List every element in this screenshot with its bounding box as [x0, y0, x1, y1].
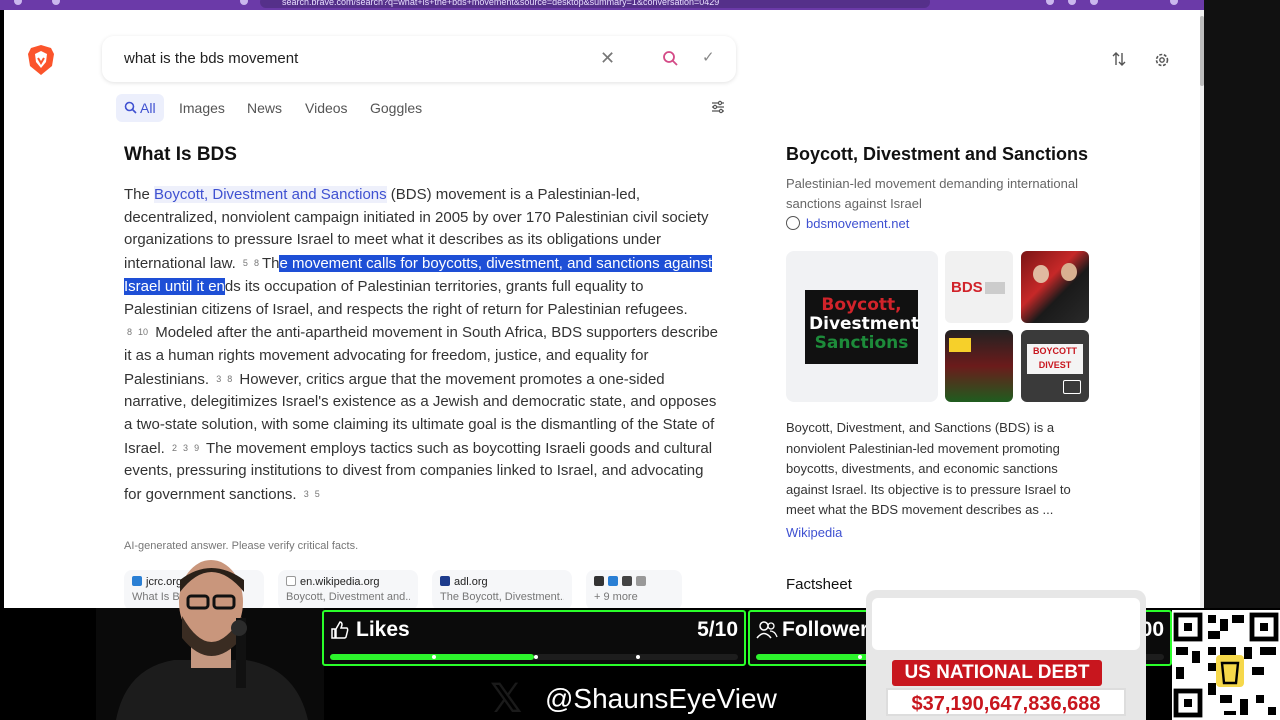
- citation[interactable]: 10: [138, 327, 148, 337]
- bds-logo-image: Boycott, Divestment Sanctions: [805, 290, 919, 364]
- citation[interactable]: 3: [304, 489, 309, 499]
- likes-goal-bar: Likes 5/10: [322, 610, 746, 666]
- citation[interactable]: 8: [254, 258, 259, 268]
- wallet-icon[interactable]: [1068, 0, 1076, 5]
- source-host: adl.org: [454, 576, 488, 588]
- citation[interactable]: 8: [227, 374, 232, 384]
- citation[interactable]: 5: [315, 489, 320, 499]
- brave-lion-icon[interactable]: [26, 44, 56, 76]
- search-box[interactable]: what is the bds movement ✕ ✓: [102, 36, 736, 82]
- knowledge-panel-title: Boycott, Divestment and Sanctions: [786, 144, 1089, 164]
- filters-icon[interactable]: [711, 100, 725, 114]
- address-bar[interactable]: search.brave.com/search?q=what+is+the+bd…: [260, 0, 930, 8]
- search-icon[interactable]: [662, 50, 678, 66]
- answer-text: The movement employs tactics such as boy…: [124, 439, 713, 504]
- knowledge-panel-description: Boycott, Divestment, and Sanctions (BDS)…: [786, 420, 1071, 517]
- tab-goggles[interactable]: Goggles: [370, 94, 422, 122]
- extension-icon[interactable]: [1046, 0, 1054, 5]
- progress-marker: [858, 655, 862, 659]
- menu-icon[interactable]: [1170, 0, 1178, 5]
- site-label: bdsmovement.net: [806, 216, 910, 231]
- knowledge-panel-subtitle: Palestinian-led movement demanding inter…: [786, 176, 1078, 211]
- tab-label: All: [140, 100, 156, 116]
- answer-text: Th: [261, 255, 280, 273]
- screen: search.brave.com/search?q=what+is+the+bd…: [0, 0, 1280, 720]
- search-icon: [124, 101, 137, 114]
- sort-icon[interactable]: [1112, 52, 1126, 66]
- back-icon[interactable]: [14, 0, 22, 5]
- citation[interactable]: 3: [216, 374, 221, 384]
- official-site-link[interactable]: bdsmovement.net: [786, 216, 909, 231]
- profile-icon[interactable]: [1090, 0, 1098, 5]
- debt-amount: $37,190,647,836,688: [886, 688, 1126, 716]
- tab-videos[interactable]: Videos: [305, 94, 348, 122]
- image-icon: [1063, 380, 1081, 394]
- x-logo-icon: 𝕏: [490, 677, 523, 720]
- debt-clock-frame: [872, 598, 1140, 650]
- reload-icon[interactable]: [52, 0, 60, 5]
- citation[interactable]: 9: [194, 443, 199, 453]
- gallery-thumbnail[interactable]: BOYCOTT DIVEST: [1021, 330, 1089, 402]
- answer-title: What Is BDS: [124, 144, 237, 165]
- debt-label: US NATIONAL DEBT: [892, 660, 1102, 686]
- gallery-thumbnail[interactable]: BDS: [945, 251, 1013, 323]
- likes-progress-track: [330, 654, 738, 660]
- social-handle: @ShaunsEyeView: [545, 683, 777, 714]
- bookmark-icon[interactable]: [240, 0, 248, 5]
- browser-toolbar: search.brave.com/search?q=what+is+the+bd…: [0, 0, 1204, 10]
- clear-icon[interactable]: ✕: [600, 48, 615, 69]
- citation[interactable]: 5: [243, 258, 248, 268]
- more-sources-label: + 9 more: [594, 591, 638, 603]
- users-icon: [756, 621, 778, 639]
- tab-news[interactable]: News: [247, 94, 282, 122]
- citation[interactable]: 2: [172, 443, 177, 453]
- ai-disclaimer: AI-generated answer. Please verify criti…: [124, 540, 359, 552]
- favicon-stack-icon: [594, 576, 674, 588]
- ai-answer: The Boycott, Divestment and Sanctions (B…: [124, 184, 718, 507]
- globe-icon: [786, 216, 800, 230]
- wikipedia-link[interactable]: Wikipedia: [786, 525, 842, 540]
- side-panel: [1204, 0, 1280, 608]
- gear-icon[interactable]: [1154, 52, 1170, 68]
- citation[interactable]: 3: [183, 443, 188, 453]
- gallery-thumbnail[interactable]: [945, 330, 1013, 402]
- entity-link[interactable]: Boycott, Divestment and Sanctions: [154, 186, 387, 203]
- source-title: The Boycott, Divestment...: [440, 591, 564, 603]
- progress-marker: [534, 655, 538, 659]
- qr-code-icon: [1172, 610, 1280, 720]
- main-image[interactable]: Boycott, Divestment Sanctions: [786, 251, 938, 402]
- likes-label: Likes: [356, 618, 410, 641]
- answer-text: The: [124, 186, 155, 203]
- webcam-feed: [96, 560, 324, 720]
- progress-marker: [636, 655, 640, 659]
- gallery-thumbnail[interactable]: [1021, 251, 1089, 323]
- more-sources-card[interactable]: + 9 more: [586, 570, 682, 608]
- factsheet-heading: Factsheet: [786, 576, 852, 593]
- citation[interactable]: 8: [127, 327, 132, 337]
- search-results-page: what is the bds movement ✕ ✓ All Images …: [4, 10, 1200, 608]
- check-icon[interactable]: ✓: [702, 48, 715, 66]
- likes-count: 5/10: [697, 618, 738, 641]
- debt-clock-widget: US NATIONAL DEBT $37,190,647,836,688: [866, 590, 1146, 720]
- tab-images[interactable]: Images: [179, 94, 225, 122]
- progress-marker: [432, 655, 436, 659]
- thumbs-up-icon: [331, 621, 349, 639]
- site-favicon-icon: [440, 576, 450, 586]
- tab-all[interactable]: All: [116, 94, 164, 122]
- source-card[interactable]: adl.org The Boycott, Divestment...: [432, 570, 572, 608]
- search-input[interactable]: what is the bds movement: [124, 50, 298, 67]
